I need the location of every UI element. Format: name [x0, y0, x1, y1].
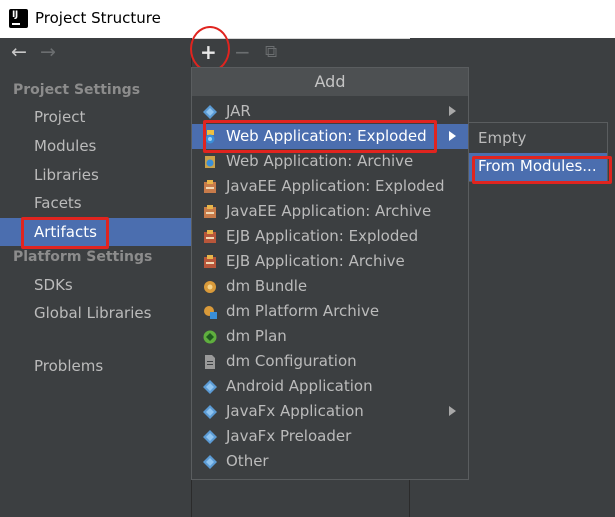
menu-item-label: JavaEE Application: Exploded	[226, 177, 445, 195]
menu-item-label: Other	[226, 452, 269, 470]
sidebar	[0, 38, 192, 517]
submenu-arrow-icon	[449, 406, 456, 416]
ejb-icon	[203, 254, 217, 268]
ejb-icon	[203, 229, 217, 243]
sidebar-item-sdks[interactable]: SDKs	[34, 276, 73, 294]
window-title: Project Structure	[35, 9, 161, 27]
intellij-logo-icon: IJ	[9, 9, 28, 28]
menu-item-dm-configuration[interactable]: dm Configuration	[192, 349, 468, 374]
menu-item-label: JavaFx Application	[226, 402, 364, 420]
submenu-arrow-icon	[449, 106, 456, 116]
menu-item-other[interactable]: Other	[192, 449, 468, 474]
sidebar-item-problems[interactable]: Problems	[34, 357, 103, 375]
menu-item-label: EJB Application: Exploded	[226, 227, 419, 245]
menu-item-dm-bundle[interactable]: dm Bundle	[192, 274, 468, 299]
config-file-icon	[203, 354, 217, 369]
sidebar-item-libraries[interactable]: Libraries	[34, 166, 99, 184]
plan-icon	[203, 329, 217, 344]
submenu-arrow-icon	[449, 131, 456, 141]
artifacts-highlight-box	[21, 217, 109, 249]
bundle-icon	[203, 279, 217, 293]
javaee-icon	[203, 179, 217, 193]
diamond-icon	[203, 104, 217, 119]
platform-settings-header: Platform Settings	[13, 249, 153, 265]
menu-item-label: JavaEE Application: Archive	[226, 202, 432, 220]
javaee-icon	[203, 204, 217, 218]
bundle-archive-icon	[203, 304, 217, 319]
menu-item-dm-platform-archive[interactable]: dm Platform Archive	[192, 299, 468, 324]
submenu-item-label: Empty	[478, 129, 527, 147]
menu-item-javafx-application[interactable]: JavaFx Application	[192, 399, 468, 424]
sidebar-item-project[interactable]: Project	[34, 108, 85, 126]
menu-item-label: Android Application	[226, 377, 373, 395]
menu-item-dm-plan[interactable]: dm Plan	[192, 324, 468, 349]
menu-item-javafx-preloader[interactable]: JavaFx Preloader	[192, 424, 468, 449]
back-arrow-icon[interactable]: ←	[11, 43, 27, 62]
web-app-exploded-highlight-box	[203, 120, 437, 153]
from-modules-highlight-box	[472, 156, 612, 184]
menu-item-label: EJB Application: Archive	[226, 252, 405, 270]
diamond-icon	[203, 454, 217, 469]
menu-item-label: JavaFx Preloader	[226, 427, 352, 445]
menu-item-javaee-application-exploded[interactable]: JavaEE Application: Exploded	[192, 174, 468, 199]
remove-button[interactable]: −	[234, 41, 251, 63]
menu-item-android-application[interactable]: Android Application	[192, 374, 468, 399]
sidebar-item-modules[interactable]: Modules	[34, 137, 96, 155]
diamond-icon	[203, 379, 217, 394]
menu-item-label: dm Configuration	[226, 352, 357, 370]
menu-item-label: dm Bundle	[226, 277, 308, 295]
menu-item-javaee-application-archive[interactable]: JavaEE Application: Archive	[192, 199, 468, 224]
menu-item-ejb-application-archive[interactable]: EJB Application: Archive	[192, 249, 468, 274]
diamond-icon	[203, 404, 217, 419]
web-archive-icon	[203, 154, 217, 168]
menu-item-label: Web Application: Archive	[226, 152, 414, 170]
menu-item-ejb-application-exploded[interactable]: EJB Application: Exploded	[192, 224, 468, 249]
menu-item-label: dm Plan	[226, 327, 287, 345]
project-settings-header: Project Settings	[13, 82, 141, 98]
submenu-item-empty[interactable]: Empty	[469, 125, 607, 153]
add-button-highlight-circle	[190, 26, 230, 72]
title-bar: IJ Project Structure	[0, 0, 615, 39]
sidebar-item-global-libraries[interactable]: Global Libraries	[34, 304, 151, 322]
menu-item-label: dm Platform Archive	[226, 302, 380, 320]
menu-item-label: JAR	[226, 102, 251, 120]
sidebar-item-facets[interactable]: Facets	[34, 194, 82, 212]
forward-arrow-icon[interactable]: →	[40, 43, 56, 62]
menu-header: Add	[192, 68, 468, 96]
copy-button[interactable]: ⧉	[265, 41, 277, 63]
diamond-icon	[203, 429, 217, 444]
